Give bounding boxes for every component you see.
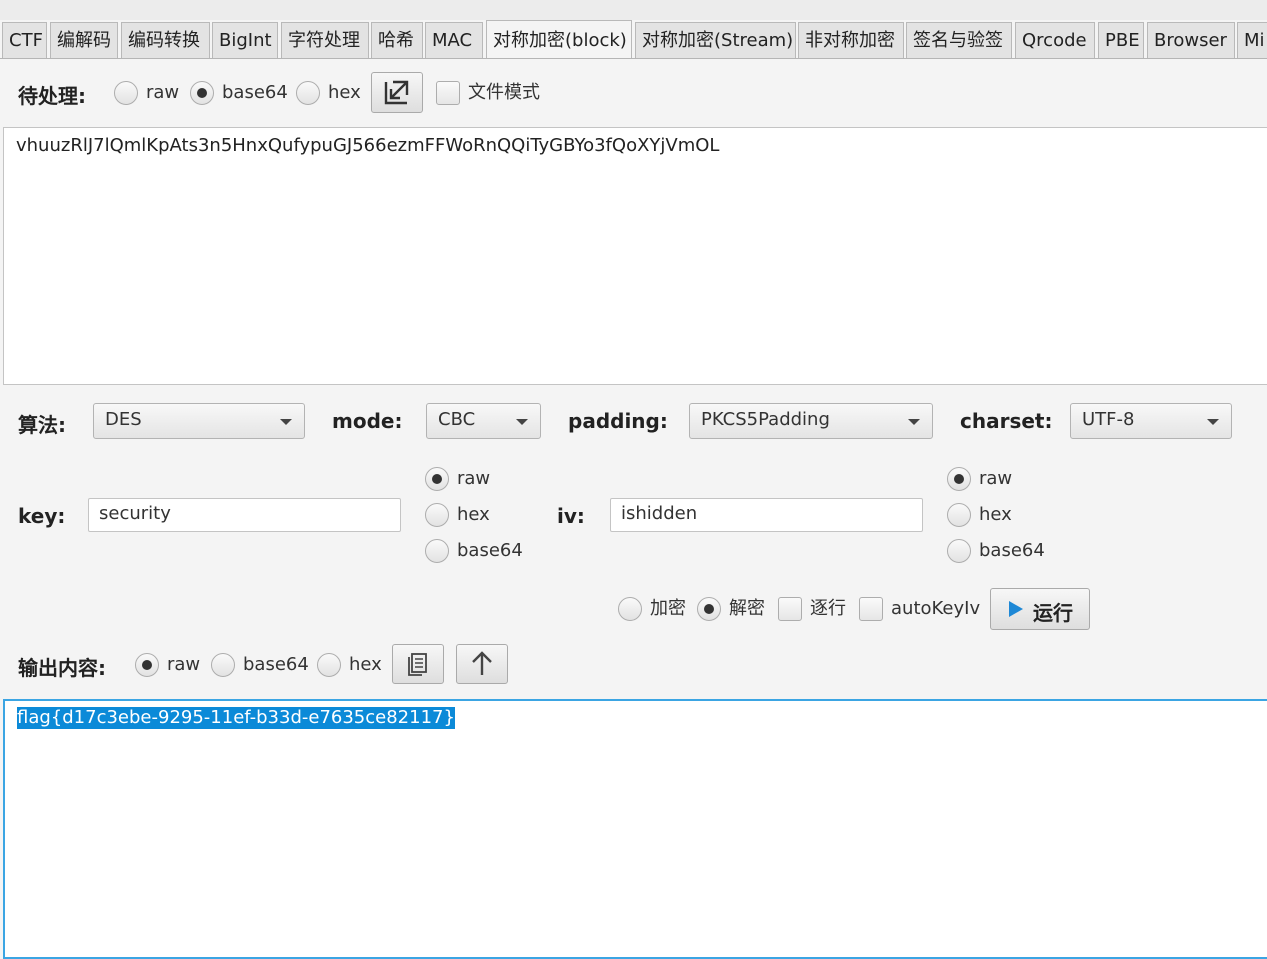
play-icon — [1009, 601, 1023, 617]
tab-misc[interactable]: Mi — [1237, 22, 1267, 58]
copy-button[interactable] — [392, 644, 444, 684]
chevron-down-icon — [516, 419, 528, 425]
iv-format-hex-radio[interactable] — [947, 503, 971, 527]
iv-format-base64-radio[interactable] — [947, 539, 971, 563]
output-text: flag{d17c3ebe-9295-11ef-b33d-e7635ce8211… — [17, 707, 455, 729]
key-input[interactable]: security — [88, 498, 401, 532]
per-line-label: 逐行 — [810, 598, 846, 619]
output-format-raw-radio[interactable] — [135, 653, 159, 677]
key-format-base64-radio[interactable] — [425, 539, 449, 563]
input-format-raw-radio[interactable] — [114, 81, 138, 105]
algorithm-label: 算法: — [18, 413, 66, 437]
key-label: key: — [18, 504, 66, 528]
tab-qrcode[interactable]: Qrcode — [1015, 22, 1095, 58]
charset-value: UTF-8 — [1082, 409, 1135, 430]
output-format-hex-label: hex — [349, 654, 382, 675]
input-text: vhuuzRlJ7lQmlKpAts3n5HnxQufypuGJ566ezmFF… — [16, 135, 720, 156]
auto-keyiv-label: autoKeyIv — [891, 598, 981, 619]
tab-symmetric-stream[interactable]: 对称加密(Stream) — [635, 22, 796, 58]
input-textarea[interactable]: vhuuzRlJ7lQmlKpAts3n5HnxQufypuGJ566ezmFF… — [3, 127, 1267, 385]
mode-select[interactable]: CBC — [426, 403, 541, 439]
algorithm-select[interactable]: DES — [93, 403, 305, 439]
iv-format-base64-label: base64 — [979, 540, 1045, 561]
iv-format-raw-label: raw — [979, 468, 1013, 489]
tab-symmetric-block[interactable]: 对称加密(block) — [486, 20, 632, 58]
output-format-base64-label: base64 — [243, 654, 309, 675]
tab-mac[interactable]: MAC — [425, 22, 483, 58]
tab-bar: CTF 编解码 编码转换 BigInt 字符处理 哈希 MAC 对称加密(blo… — [0, 20, 1267, 59]
iv-value: ishidden — [621, 503, 698, 524]
output-format-raw-label: raw — [167, 654, 201, 675]
import-arrow-icon — [384, 80, 409, 105]
tab-sign-verify[interactable]: 签名与验签 — [906, 22, 1012, 58]
tab-bigint[interactable]: BigInt — [212, 22, 278, 58]
tab-string-processing[interactable]: 字符处理 — [281, 22, 369, 58]
auto-keyiv-checkbox[interactable] — [859, 597, 883, 621]
copy-icon — [408, 653, 427, 676]
decrypt-label: 解密 — [729, 598, 765, 619]
iv-label: iv: — [557, 504, 585, 528]
output-format-hex-radio[interactable] — [317, 653, 341, 677]
chevron-down-icon — [908, 419, 920, 425]
tab-encoding-convert[interactable]: 编码转换 — [121, 22, 210, 58]
tab-asymmetric[interactable]: 非对称加密 — [798, 22, 904, 58]
tab-browser[interactable]: Browser — [1147, 22, 1235, 58]
key-format-hex-label: hex — [457, 504, 490, 525]
file-mode-label: 文件模式 — [468, 82, 540, 103]
padding-value: PKCS5Padding — [701, 409, 830, 430]
algorithm-value: DES — [105, 409, 142, 430]
iv-format-raw-radio[interactable] — [947, 467, 971, 491]
key-format-hex-radio[interactable] — [425, 503, 449, 527]
input-label: 待处理: — [18, 84, 86, 108]
charset-select[interactable]: UTF-8 — [1070, 403, 1232, 439]
tab-hash[interactable]: 哈希 — [371, 22, 423, 58]
output-format-base64-radio[interactable] — [211, 653, 235, 677]
output-textarea[interactable]: flag{d17c3ebe-9295-11ef-b33d-e7635ce8211… — [3, 699, 1267, 959]
input-format-raw-label: raw — [146, 82, 180, 103]
up-arrow-icon — [472, 651, 492, 675]
input-format-hex-label: hex — [328, 82, 361, 103]
padding-label: padding: — [568, 409, 668, 433]
window-top-strip — [0, 0, 1267, 20]
run-button[interactable]: 运行 — [990, 588, 1090, 630]
input-format-base64-label: base64 — [222, 82, 288, 103]
tab-ctf[interactable]: CTF — [2, 22, 47, 58]
encrypt-label: 加密 — [650, 598, 686, 619]
encrypt-radio[interactable] — [618, 597, 642, 621]
run-label: 运行 — [1033, 601, 1073, 625]
iv-input[interactable]: ishidden — [610, 498, 923, 532]
charset-label: charset: — [960, 409, 1053, 433]
chevron-down-icon — [1207, 419, 1219, 425]
iv-format-hex-label: hex — [979, 504, 1012, 525]
input-format-base64-radio[interactable] — [190, 81, 214, 105]
mode-label: mode: — [332, 409, 403, 433]
mode-value: CBC — [438, 409, 476, 430]
key-format-raw-radio[interactable] — [425, 467, 449, 491]
key-format-base64-label: base64 — [457, 540, 523, 561]
tab-codec[interactable]: 编解码 — [50, 22, 118, 58]
padding-select[interactable]: PKCS5Padding — [689, 403, 933, 439]
decrypt-radio[interactable] — [697, 597, 721, 621]
import-button[interactable] — [371, 72, 423, 113]
file-mode-checkbox[interactable] — [436, 81, 460, 105]
key-format-raw-label: raw — [457, 468, 491, 489]
move-up-button[interactable] — [456, 644, 508, 684]
chevron-down-icon — [280, 419, 292, 425]
tab-pbe[interactable]: PBE — [1098, 22, 1144, 58]
output-label: 输出内容: — [18, 656, 106, 680]
per-line-checkbox[interactable] — [778, 597, 802, 621]
input-format-hex-radio[interactable] — [296, 81, 320, 105]
key-value: security — [99, 503, 171, 524]
